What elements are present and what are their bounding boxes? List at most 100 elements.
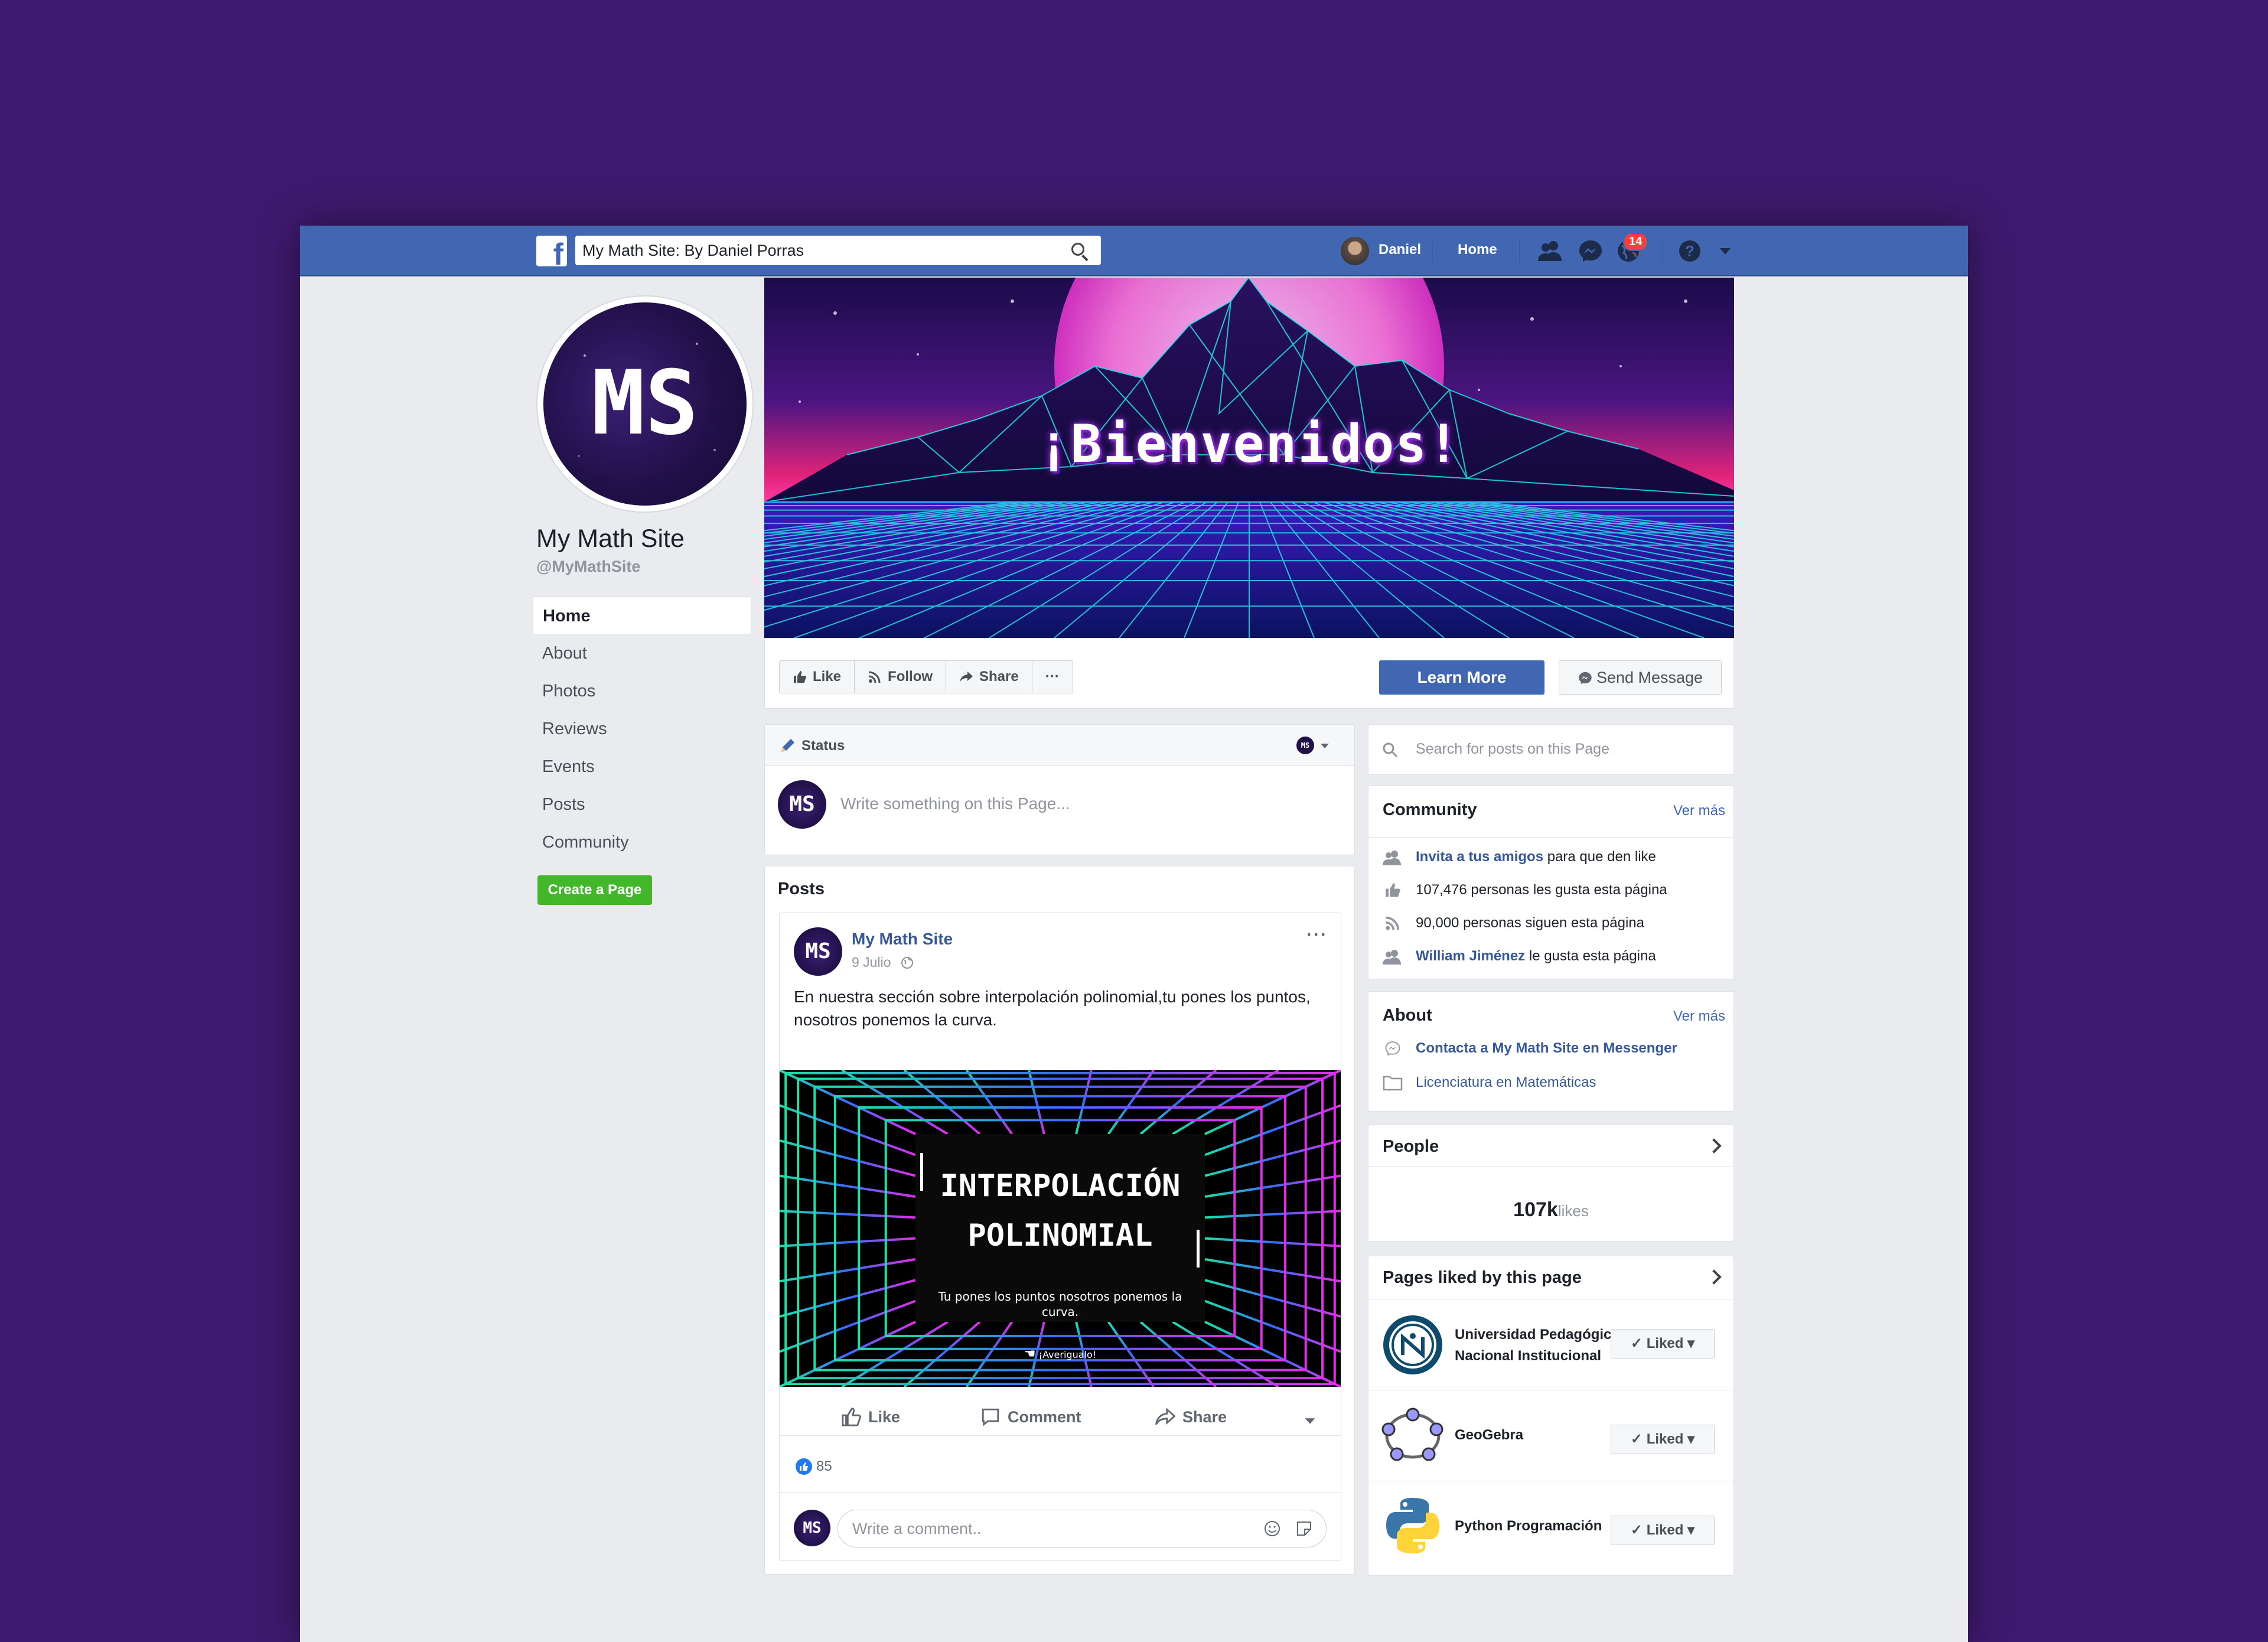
post-options-icon[interactable]: ··· <box>1306 925 1328 945</box>
share-icon <box>1155 1408 1175 1425</box>
learn-more-button[interactable]: Learn More <box>1379 660 1544 695</box>
liked-page-name[interactable]: GeoGebra <box>1455 1425 1523 1446</box>
follows-count-text: 90,000 personas siguen esta página <box>1416 915 1644 931</box>
post-image[interactable]: INTERPOLACIÓN POLINOMIAL Tu pones los pu… <box>780 1070 1341 1387</box>
sticker-icon[interactable] <box>1295 1520 1313 1537</box>
cover-photo[interactable]: ¡Bienvenidos! <box>764 278 1734 638</box>
messenger-icon[interactable] <box>1577 237 1604 265</box>
liked-button-label: Liked <box>1646 1335 1684 1351</box>
post-like-button[interactable]: Like <box>841 1407 900 1427</box>
post-image-title-1: INTERPOLACIÓN <box>940 1168 1181 1204</box>
page-action-bar: Like Follow Share ··· Learn More Send Me… <box>764 638 1734 709</box>
page-name: My Math Site <box>536 524 685 553</box>
nav-item-home[interactable]: Home <box>533 597 751 634</box>
more-options-button[interactable]: ··· <box>1032 661 1073 693</box>
degree-link[interactable]: Licenciatura en Matemáticas <box>1416 1074 1596 1091</box>
liked-page-row: Python Programación ✓ Liked ▾ <box>1368 1481 1733 1572</box>
liked-button[interactable]: ✓ Liked ▾ <box>1611 1425 1715 1454</box>
thumbs-up-icon <box>794 671 806 683</box>
create-page-button[interactable]: Create a Page <box>537 875 652 905</box>
post-comment-button[interactable]: Comment <box>980 1407 1081 1427</box>
reaction-count: 85 <box>816 1458 832 1474</box>
friends-icon[interactable] <box>1537 237 1564 265</box>
about-degree-row: Licenciatura en Matemáticas <box>1383 1074 1596 1091</box>
python-logo-icon[interactable] <box>1381 1494 1444 1557</box>
status-label[interactable]: Status <box>801 738 845 754</box>
user-name[interactable]: Daniel <box>1379 242 1421 258</box>
caret-down-icon: ▾ <box>1683 1522 1695 1538</box>
follow-label: Follow <box>888 669 933 685</box>
nav-item-reviews[interactable]: Reviews <box>533 710 751 748</box>
friends-icon <box>1383 950 1401 965</box>
messenger-icon <box>1385 1041 1400 1056</box>
help-icon[interactable]: ? <box>1676 237 1703 265</box>
post-author[interactable]: My Math Site <box>852 930 953 949</box>
page-name-line-1: Universidad Pedagógica <box>1455 1327 1619 1343</box>
reaction-summary[interactable]: 85 <box>795 1458 832 1475</box>
liked-page-name[interactable]: Python Programación <box>1455 1516 1602 1537</box>
chevron-right-icon[interactable] <box>1706 1138 1722 1154</box>
dropdown-icon[interactable] <box>1712 237 1739 265</box>
upn-logo-icon[interactable] <box>1381 1314 1444 1376</box>
post-date-text: 9 Julio <box>852 954 891 970</box>
nav-item-posts[interactable]: Posts <box>533 786 751 823</box>
post-actions: Like Comment Share <box>780 1400 1341 1435</box>
page-action-group: Like Follow Share ··· <box>779 660 1073 693</box>
share-label: Share <box>979 669 1019 685</box>
community-friend-row: William Jiménez le gusta esta página <box>1383 948 1656 965</box>
post-share-button[interactable]: Share <box>1155 1407 1227 1427</box>
invite-friends-link[interactable]: Invita a tus amigos <box>1416 849 1543 865</box>
nav-item-events[interactable]: Events <box>533 748 751 786</box>
community-follows-row: 90,000 personas siguen esta página <box>1383 915 1644 931</box>
posting-as-avatar[interactable]: MS <box>1296 737 1314 754</box>
chevron-down-icon[interactable] <box>1303 1414 1317 1428</box>
user-avatar[interactable] <box>1341 237 1369 265</box>
emoji-icon[interactable] <box>1263 1520 1281 1537</box>
nav-item-about[interactable]: About <box>533 634 751 672</box>
comment-icon <box>982 1408 999 1426</box>
cover-title: ¡Bienvenidos! <box>1038 413 1461 474</box>
friend-name-link[interactable]: William Jiménez <box>1416 948 1525 964</box>
post-text: En nuestra sección sobre interpolación p… <box>794 988 1311 1029</box>
cta-text: ¡Averigualo! <box>1038 1349 1097 1360</box>
like-page-button[interactable]: Like <box>780 661 855 693</box>
post-date[interactable]: 9 Julio <box>852 954 914 970</box>
chevron-down-icon[interactable] <box>1319 740 1331 752</box>
facebook-logo[interactable]: f <box>536 236 567 270</box>
about-ver-mas-link[interactable]: Ver más <box>1673 1008 1725 1025</box>
commenter-avatar: MS <box>794 1510 830 1546</box>
thumbs-up-icon <box>842 1408 861 1426</box>
pages-liked-title[interactable]: Pages liked by this page <box>1383 1268 1582 1288</box>
share-page-button[interactable]: Share <box>946 661 1032 693</box>
search-icon[interactable] <box>1071 243 1084 256</box>
comment-input[interactable]: Write a comment.. <box>838 1510 1327 1547</box>
search-input[interactable]: My Math Site: By Daniel Porras <box>575 236 1101 265</box>
like-label: Like <box>813 669 842 685</box>
composer-avatar: MS <box>778 780 826 829</box>
hand-pointer-icon: ☚ <box>1024 1347 1036 1361</box>
liked-button[interactable]: ✓ Liked ▾ <box>1611 1516 1715 1545</box>
liked-page-name[interactable]: Universidad Pedagógica Nacional Instituci… <box>1455 1324 1619 1367</box>
home-link[interactable]: Home <box>1458 242 1497 258</box>
profile-picture[interactable]: MS <box>536 295 754 513</box>
people-title[interactable]: People <box>1383 1137 1439 1156</box>
about-messenger-row: Contacta a My Math Site en Messenger <box>1383 1040 1677 1057</box>
nav-item-photos[interactable]: Photos <box>533 672 751 710</box>
geogebra-logo-icon[interactable] <box>1381 1405 1444 1467</box>
post: MS My Math Site 9 Julio ··· En nuestra s… <box>779 913 1341 1561</box>
search-posts-box[interactable]: Search for posts on this Page <box>1368 724 1734 775</box>
community-ver-mas-link[interactable]: Ver más <box>1673 803 1725 819</box>
messenger-contact-link[interactable]: Contacta a My Math Site en Messenger <box>1416 1040 1677 1057</box>
nav-item-community[interactable]: Community <box>533 823 751 861</box>
post-author-avatar[interactable]: MS <box>794 927 842 976</box>
chevron-right-icon[interactable] <box>1706 1269 1722 1285</box>
page-name-line-2: Nacional Institucional <box>1455 1348 1602 1364</box>
liked-button[interactable]: ✓ Liked ▾ <box>1611 1329 1715 1358</box>
top-nav-bar: f My Math Site: By Daniel Porras Daniel … <box>300 226 1968 276</box>
thumbs-up-icon <box>1386 883 1400 897</box>
follow-button[interactable]: Follow <box>855 661 947 693</box>
status-input[interactable]: Write something on this Page... <box>840 794 1070 813</box>
divider <box>1368 837 1733 838</box>
post-comment-label: Comment <box>1008 1408 1081 1426</box>
send-message-button[interactable]: Send Message <box>1559 660 1722 695</box>
